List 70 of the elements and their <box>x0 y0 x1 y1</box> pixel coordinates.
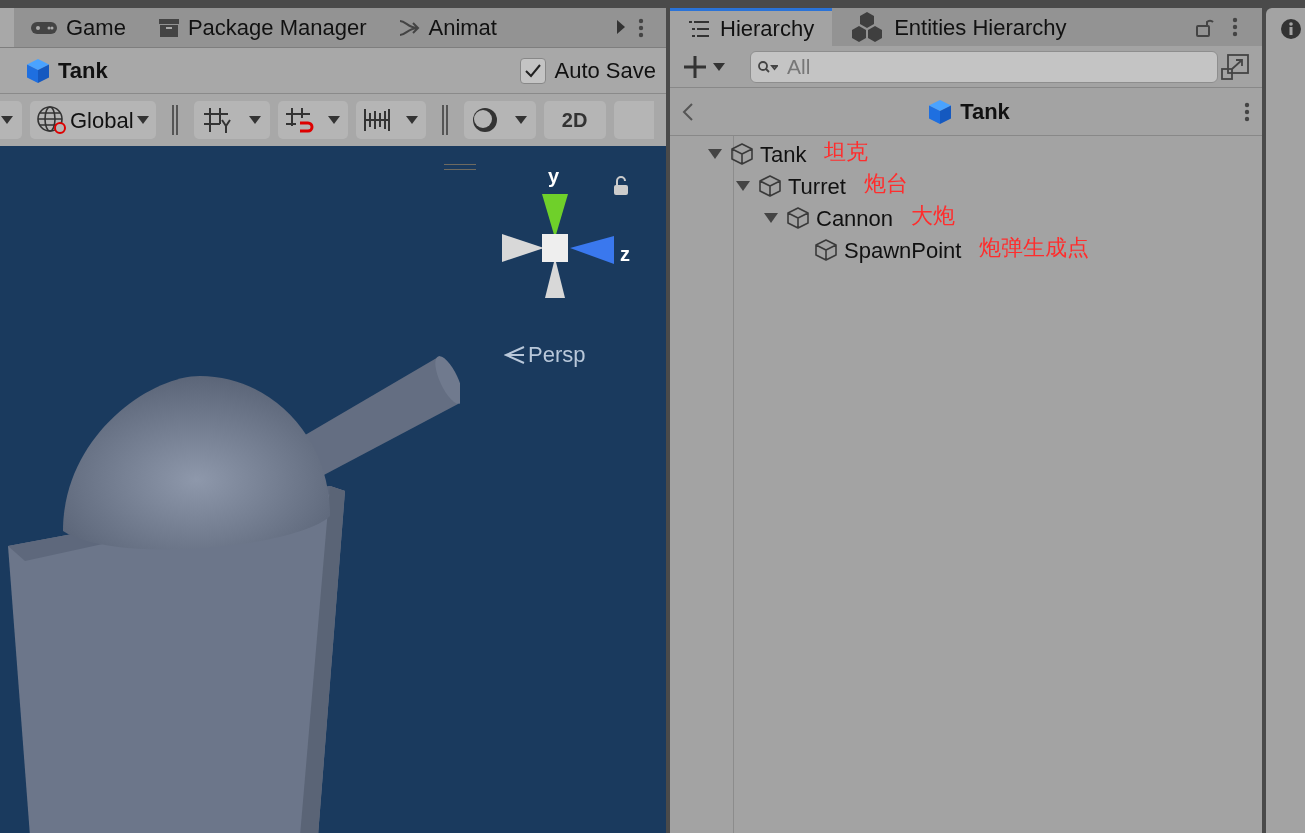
hierarchy-row[interactable]: Tank 坦克 <box>670 138 1262 170</box>
annotation-note: 坦克 <box>824 137 869 166</box>
caret-icon <box>514 115 529 125</box>
expanded-arrow-icon[interactable] <box>735 180 751 192</box>
gamepad-icon <box>30 19 58 36</box>
z-axis-label: z <box>620 244 630 264</box>
hierarchy-row[interactable]: Turret 炮台 <box>670 170 1262 202</box>
list-icon <box>688 19 710 38</box>
more-options-icon[interactable] <box>638 18 644 38</box>
shading-mode-button[interactable] <box>463 101 536 139</box>
grid-snap-button[interactable] <box>193 101 270 139</box>
grid-magnet-icon <box>284 106 315 134</box>
cube-icon <box>730 142 754 166</box>
create-menu-button[interactable] <box>682 53 726 80</box>
more-options-icon[interactable] <box>1232 17 1238 37</box>
grid-icon <box>201 106 232 134</box>
lock-icon[interactable] <box>613 176 629 196</box>
scene-viewport[interactable]: y z Persp <box>0 146 666 833</box>
hierarchy-row[interactable]: SpawnPoint 炮弹生成点 <box>670 234 1262 266</box>
pivot-rotation-dropdown[interactable]: Global <box>30 101 156 139</box>
annotation-note: 大炮 <box>911 201 956 230</box>
y-axis-label: y <box>548 166 560 186</box>
cube-icon <box>814 238 838 262</box>
auto-save-label: Auto Save <box>554 57 656 85</box>
prefab-cube-icon <box>928 98 953 125</box>
hierarchy-row[interactable]: Cannon 大炮 <box>670 202 1262 234</box>
prefab-title: Tank <box>58 57 108 85</box>
ruler-button[interactable] <box>355 101 426 139</box>
branch-arrow-icon <box>398 17 421 38</box>
toolbar-grip <box>441 105 448 135</box>
2d-mode-button[interactable]: 2D <box>543 101 606 139</box>
perspective-toggle[interactable]: Persp <box>504 338 586 371</box>
check-icon <box>524 62 543 79</box>
caret-icon <box>327 115 342 125</box>
object-name: Tank <box>760 140 807 169</box>
caret-icon <box>135 115 150 125</box>
snap-increment-button[interactable] <box>277 101 348 139</box>
expand-window-icon[interactable] <box>1220 52 1250 81</box>
globe-icon <box>36 105 68 135</box>
annotation-note: 炮台 <box>863 169 908 198</box>
expanded-arrow-icon[interactable] <box>763 212 779 224</box>
cube-icon <box>758 174 782 198</box>
expanded-arrow-icon[interactable] <box>707 148 723 160</box>
annotation-note: 炮弹生成点 <box>979 233 1090 262</box>
search-icon <box>758 59 778 74</box>
box-icon <box>157 17 180 38</box>
prefab-cube-icon <box>26 57 50 84</box>
dropdown-button[interactable] <box>0 101 22 139</box>
prefab-title: Tank <box>960 98 1010 126</box>
panel-tab[interactable]: Hierarchy <box>670 8 833 46</box>
object-name: SpawnPoint <box>844 236 962 265</box>
object-name: Turret <box>788 172 846 201</box>
plus-icon <box>682 53 708 80</box>
search-field[interactable]: All <box>750 50 1218 83</box>
perspective-icon <box>504 344 526 365</box>
hexagon-cluster-icon <box>850 11 885 43</box>
scroll-right-arrow-icon[interactable] <box>616 20 626 34</box>
ruler-icon <box>362 107 393 133</box>
info-icon[interactable] <box>1280 18 1302 40</box>
more-options-icon[interactable] <box>1244 101 1250 122</box>
auto-save-checkbox[interactable] <box>520 57 547 84</box>
caret-icon <box>712 61 726 72</box>
cube-icon <box>786 206 810 230</box>
caret-icon <box>0 115 14 125</box>
sphere-icon <box>471 106 500 134</box>
object-name: Cannon <box>816 204 894 233</box>
caret-icon <box>405 115 420 125</box>
lock-icon[interactable] <box>1196 17 1214 37</box>
toolbar-grip <box>171 105 178 135</box>
caret-icon <box>247 115 262 125</box>
